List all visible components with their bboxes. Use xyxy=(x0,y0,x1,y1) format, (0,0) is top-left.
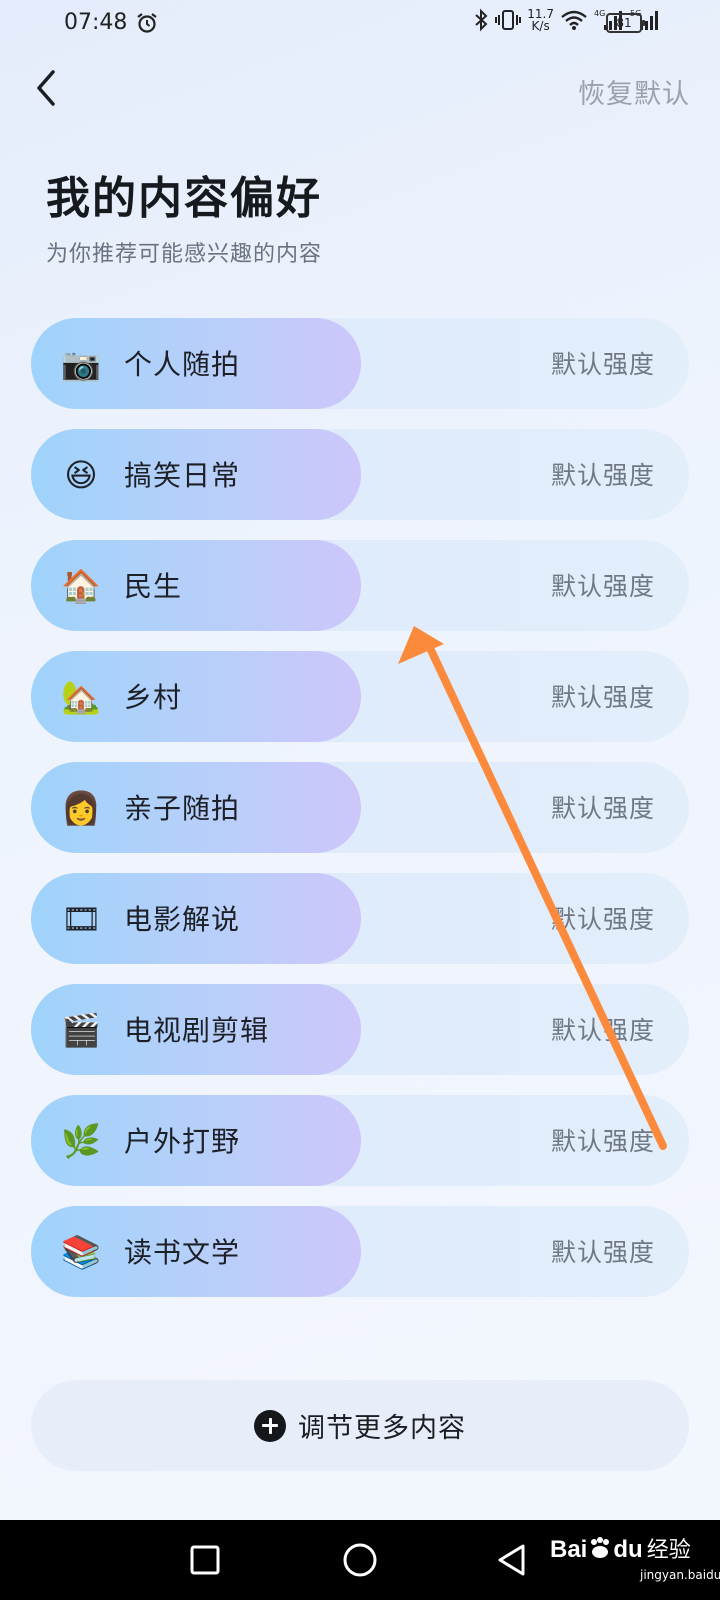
back-nav-button[interactable] xyxy=(490,1538,534,1582)
plant-icon: 🌿 xyxy=(61,1122,101,1160)
preference-level: 默认强度 xyxy=(550,1016,655,1045)
triangle-back-icon xyxy=(498,1544,525,1576)
svg-text:4G: 4G xyxy=(594,9,605,18)
status-bar: 07:48 11.7 K/s 4G 5G 81 xyxy=(0,0,720,48)
status-time: 07:48 xyxy=(64,10,128,35)
preference-label: 读书文学 xyxy=(124,1236,241,1269)
camera-icon: 📷 xyxy=(61,345,101,383)
preference-row-countryside[interactable]: 🏡 乡村 默认强度 xyxy=(31,651,689,742)
plus-circle-icon xyxy=(254,1409,286,1442)
preference-level: 默认强度 xyxy=(550,683,655,712)
preference-label: 民生 xyxy=(124,570,183,603)
preference-level: 默认强度 xyxy=(550,1238,655,1267)
preference-row-funny-daily[interactable]: 😆 搞笑日常 默认强度 xyxy=(31,429,689,520)
preference-row-movie-commentary[interactable]: 🎞 电影解说 默认强度 xyxy=(31,873,689,964)
preference-label: 搞笑日常 xyxy=(124,459,241,492)
preference-label: 电视剧剪辑 xyxy=(124,1014,270,1047)
clapperboard-icon: 🎬 xyxy=(61,1011,101,1049)
house-in-hand-icon: 🏠 xyxy=(61,567,101,605)
preference-row-parenting-snaps[interactable]: 👩 亲子随拍 默认强度 xyxy=(31,762,689,853)
square-icon xyxy=(190,1545,220,1575)
preference-row-personal-snaps[interactable]: 📷 个人随拍 默认强度 xyxy=(31,318,689,409)
preference-label: 个人随拍 xyxy=(124,348,241,381)
battery-icon: 81 xyxy=(606,13,645,33)
preference-label: 乡村 xyxy=(124,681,183,714)
preference-row-tv-clips[interactable]: 🎬 电视剧剪辑 默认强度 xyxy=(31,984,689,1075)
preference-row-outdoor-wild[interactable]: 🌿 户外打野 默认强度 xyxy=(31,1095,689,1186)
adjust-more-label: 调节更多内容 xyxy=(298,1413,466,1444)
preference-list: 📷 个人随拍 默认强度 😆 搞笑日常 默认强度 🏠 民生 默认强度 🏡 乡村 默… xyxy=(31,318,689,1317)
page-title: 我的内容偏好 xyxy=(46,173,322,224)
preference-label: 户外打野 xyxy=(124,1125,241,1158)
preference-label: 电影解说 xyxy=(124,903,241,936)
preference-level: 默认强度 xyxy=(550,350,655,379)
paw-logo-icon xyxy=(591,1537,610,1558)
home-button[interactable] xyxy=(338,1538,382,1582)
preference-level: 默认强度 xyxy=(550,572,655,601)
restore-default-button[interactable]: 恢复默认 xyxy=(578,72,690,111)
vibrate-icon xyxy=(495,10,522,30)
country-house-icon: 🏡 xyxy=(61,678,101,716)
preference-row-livelihood[interactable]: 🏠 民生 默认强度 xyxy=(31,540,689,631)
net-speed: 11.7 K/s xyxy=(527,7,554,33)
chevron-left-icon xyxy=(37,70,55,106)
back-button[interactable] xyxy=(26,66,66,110)
preference-label: 亲子随拍 xyxy=(124,792,241,825)
wifi-icon xyxy=(561,10,587,30)
alarm-icon xyxy=(137,13,157,33)
baidu-jingyan-watermark: Bai du经验 jingyan.baidu.com xyxy=(550,1536,720,1582)
adjust-more-button[interactable]: 调节更多内容 xyxy=(31,1380,689,1471)
preference-level: 默认强度 xyxy=(550,794,655,823)
preference-level: 默认强度 xyxy=(550,461,655,490)
books-icon: 📚 xyxy=(61,1233,101,1271)
laughing-face-icon: 😆 xyxy=(64,456,98,494)
circle-icon xyxy=(343,1543,377,1577)
preference-level: 默认强度 xyxy=(550,1127,655,1156)
bluetooth-icon xyxy=(475,8,488,32)
preference-row-reading-literature[interactable]: 📚 读书文学 默认强度 xyxy=(31,1206,689,1297)
page-subtitle: 为你推荐可能感兴趣的内容 xyxy=(46,242,323,267)
film-icon: 🎞 xyxy=(61,900,102,938)
recent-apps-button[interactable] xyxy=(183,1538,227,1582)
parent-child-icon: 👩 xyxy=(61,789,101,827)
preference-level: 默认强度 xyxy=(550,905,655,934)
